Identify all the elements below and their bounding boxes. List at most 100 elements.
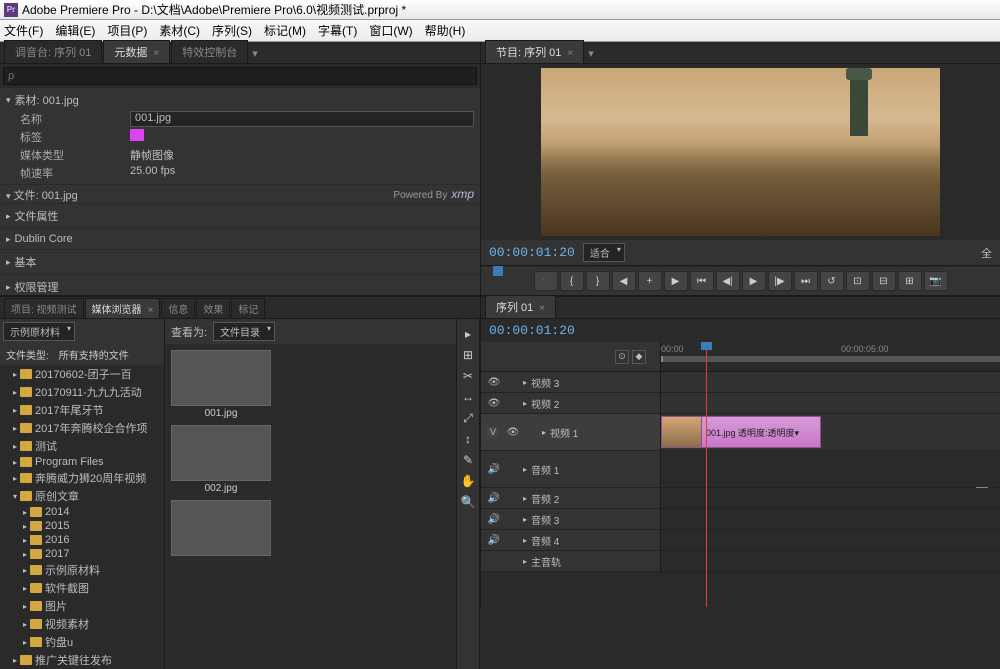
menu-item[interactable]: 编辑(E) xyxy=(55,22,95,39)
expand-icon[interactable]: ▸ xyxy=(10,406,20,415)
speaker-icon[interactable]: 🔊 xyxy=(487,491,501,505)
tab[interactable]: 序列 01× xyxy=(485,295,556,318)
track-expand-icon[interactable]: ▸ xyxy=(542,428,546,437)
expand-icon[interactable]: ▸ xyxy=(10,474,20,483)
track-toggle-icon[interactable] xyxy=(505,554,519,568)
expand-icon[interactable]: ▸ xyxy=(20,522,30,531)
tree-node[interactable]: ▸2015 xyxy=(0,519,164,533)
track-content[interactable]: 001.jpg 透明度:透明度▾ xyxy=(661,414,1000,450)
tool-button[interactable]: ↔ xyxy=(458,387,478,407)
track-toggle-icon[interactable] xyxy=(505,512,519,526)
media-thumbnail[interactable]: 002.jpg xyxy=(171,425,271,494)
timeline-timecode[interactable]: 00:00:01:20 xyxy=(489,323,575,338)
tree-node[interactable]: ▸20170911-九九九活动 xyxy=(0,383,164,401)
track-expand-icon[interactable]: ▸ xyxy=(523,515,527,524)
menu-item[interactable]: 帮助(H) xyxy=(425,22,466,39)
track-expand-icon[interactable]: ▸ xyxy=(523,536,527,545)
track-toggle-icon[interactable] xyxy=(505,375,519,389)
track-header[interactable]: ▸主音轨 xyxy=(481,551,661,571)
view-dropdown[interactable]: 文件目录 xyxy=(213,322,275,341)
timeline-clip[interactable]: 001.jpg 透明度:透明度▾ xyxy=(661,416,821,448)
close-icon[interactable]: × xyxy=(148,305,154,316)
expand-icon[interactable]: ▸ xyxy=(20,584,30,593)
tree-node[interactable]: ▸奔腾威力狮20周年视频 xyxy=(0,469,164,487)
metadata-section-header[interactable]: ▸文件属性 xyxy=(6,206,474,226)
tree-node[interactable]: ▸2014 xyxy=(0,505,164,519)
expand-icon[interactable]: ▸ xyxy=(20,536,30,545)
metadata-value[interactable]: 001.jpg xyxy=(130,111,474,127)
track-content[interactable] xyxy=(661,372,1000,392)
metadata-section-header[interactable]: ▸Dublin Core xyxy=(6,231,474,247)
track-toggle-icon[interactable] xyxy=(524,425,538,439)
tree-node[interactable]: ▸示例原材料 xyxy=(0,561,164,579)
tree-node[interactable]: ▸视频素材 xyxy=(0,615,164,633)
menu-item[interactable]: 文件(F) xyxy=(4,22,43,39)
track-target-badge[interactable]: V xyxy=(487,427,499,437)
menu-item[interactable]: 项目(P) xyxy=(107,22,147,39)
tree-node[interactable]: ▸2017年奔腾校企合作项 xyxy=(0,419,164,437)
transport-button[interactable]: ⊞ xyxy=(898,271,922,291)
tool-button[interactable]: ✂ xyxy=(458,366,478,386)
tree-node[interactable]: ▾原创文章 xyxy=(0,487,164,505)
track-expand-icon[interactable]: ▸ xyxy=(523,465,527,474)
menu-item[interactable]: 字幕(T) xyxy=(318,22,357,39)
tree-root-dropdown[interactable]: 示例原材料 xyxy=(3,322,75,341)
track-toggle-icon[interactable] xyxy=(505,491,519,505)
program-monitor-view[interactable] xyxy=(541,68,940,236)
menu-item[interactable]: 序列(S) xyxy=(212,22,252,39)
tab[interactable]: 效果 xyxy=(196,298,230,318)
transport-button[interactable]: ▶ xyxy=(664,271,688,291)
tool-button[interactable]: ↕ xyxy=(458,429,478,449)
tab[interactable]: 调音台: 序列 01 xyxy=(4,40,102,63)
color-swatch[interactable] xyxy=(130,129,144,141)
eye-icon[interactable]: 👁 xyxy=(487,375,501,389)
tool-button[interactable]: ⤢ xyxy=(458,408,478,428)
expand-icon[interactable]: ▸ xyxy=(10,442,20,451)
panel-menu-icon[interactable]: ▾ xyxy=(585,44,597,63)
transport-button[interactable]: ⏭ xyxy=(794,271,818,291)
tree-node[interactable]: ▸2017年尾牙节 xyxy=(0,401,164,419)
tree-node[interactable]: ▸软件截图 xyxy=(0,579,164,597)
tree-node[interactable]: ▸钓盘u xyxy=(0,633,164,651)
track-content[interactable] xyxy=(661,393,1000,413)
file-section-header[interactable]: ▾ 文件: 001.jpg Powered Byxmp xyxy=(0,185,480,204)
expand-icon[interactable]: ▸ xyxy=(20,508,30,517)
track-header[interactable]: 🔊▸音频 3 xyxy=(481,509,661,529)
track-toggle-icon[interactable] xyxy=(505,462,519,476)
expand-icon[interactable]: ▸ xyxy=(20,620,30,629)
menu-item[interactable]: 窗口(W) xyxy=(369,22,412,39)
tree-node[interactable]: ▸推广关键往发布 xyxy=(0,651,164,669)
track-content[interactable] xyxy=(661,530,1000,550)
transport-button[interactable]: 📷 xyxy=(924,271,948,291)
program-timecode[interactable]: 00:00:01:20 xyxy=(489,245,575,260)
tree-node[interactable]: ▸图片 xyxy=(0,597,164,615)
tree-node[interactable]: ▸Program Files xyxy=(0,455,164,469)
playhead[interactable] xyxy=(706,342,707,607)
track-header[interactable]: 🔊▸音频 2 xyxy=(481,488,661,508)
transport-button[interactable]: + xyxy=(638,271,662,291)
close-icon[interactable]: × xyxy=(567,48,573,59)
transport-button[interactable]: |▶ xyxy=(768,271,792,291)
track-header[interactable]: 👁▸视频 3 xyxy=(481,372,661,392)
tab[interactable]: 标记 xyxy=(231,298,265,318)
transport-button[interactable]: ⏮ xyxy=(690,271,714,291)
eye-icon[interactable]: 👁 xyxy=(487,396,501,410)
speaker-icon[interactable]: 🔊 xyxy=(487,462,501,476)
tree-node[interactable]: ▸20170602-团子一百 xyxy=(0,365,164,383)
speaker-icon[interactable]: 🔊 xyxy=(487,533,501,547)
transport-button[interactable]: ◀ xyxy=(612,271,636,291)
speaker-icon[interactable]: 🔊 xyxy=(487,512,501,526)
transport-button[interactable]: } xyxy=(586,271,610,291)
transport-button[interactable]: ⊡ xyxy=(846,271,870,291)
track-toggle-icon[interactable] xyxy=(505,396,519,410)
tool-button[interactable]: ▸ xyxy=(458,324,478,344)
track-expand-icon[interactable]: ▸ xyxy=(523,557,527,566)
track-header[interactable]: 🔊▸音频 4 xyxy=(481,530,661,550)
tab[interactable]: 项目: 视频测试 xyxy=(4,298,84,318)
metadata-section-header[interactable]: ▸权限管理 xyxy=(6,277,474,295)
track-expand-icon[interactable]: ▸ xyxy=(523,399,527,408)
transport-button[interactable]: ↺ xyxy=(820,271,844,291)
expand-icon[interactable]: ▸ xyxy=(20,566,30,575)
snap-icon[interactable]: ⊙ xyxy=(615,350,629,364)
transport-button[interactable]: { xyxy=(560,271,584,291)
